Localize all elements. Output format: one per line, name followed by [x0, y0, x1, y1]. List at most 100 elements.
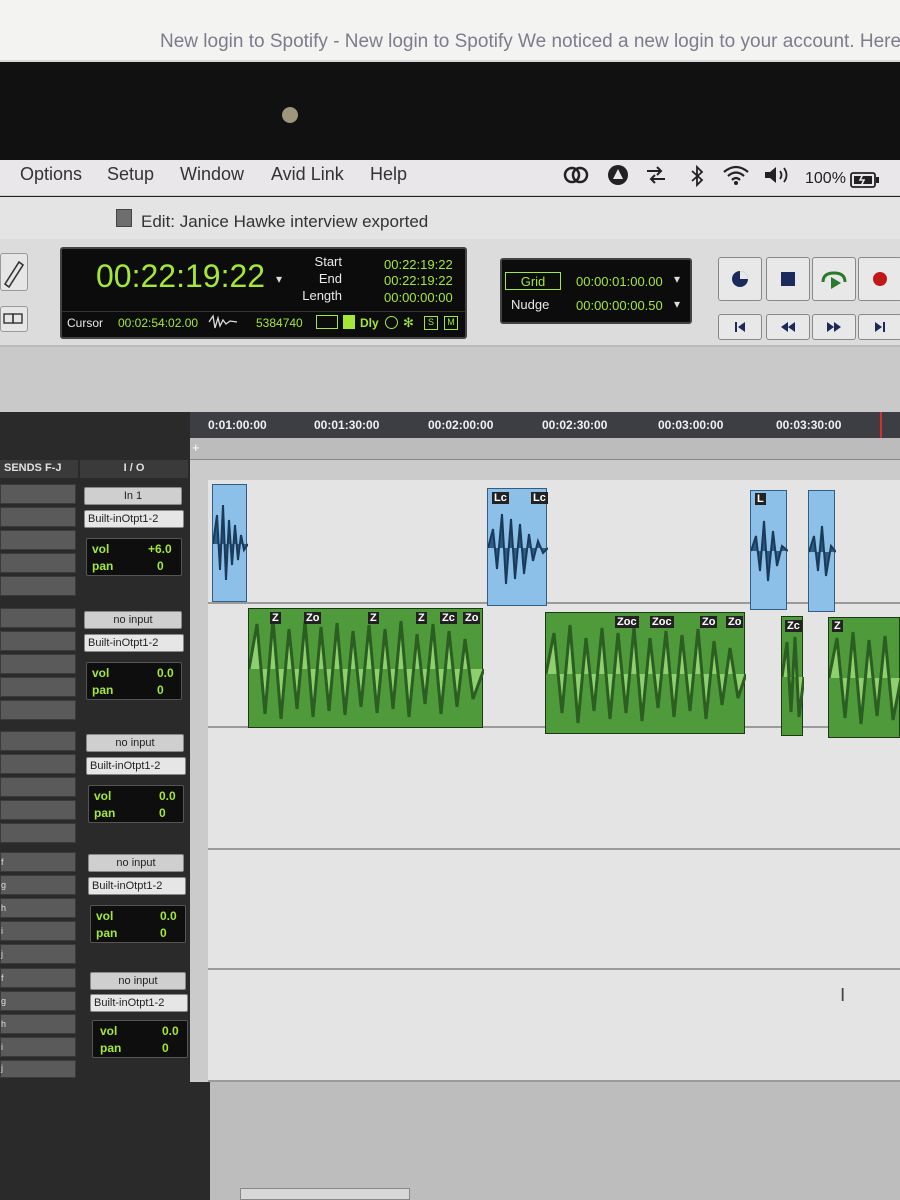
input-selector[interactable]: no input — [88, 854, 184, 872]
track-lane[interactable] — [208, 728, 900, 850]
pan-value[interactable]: 0 — [157, 683, 164, 697]
audio-clip[interactable] — [212, 484, 249, 602]
audio-clip[interactable] — [808, 490, 837, 612]
vol-value[interactable]: 0.0 — [160, 909, 177, 923]
input-selector[interactable]: no input — [90, 972, 186, 990]
nudge-dropdown-icon[interactable]: ▾ — [674, 297, 680, 311]
audio-clip[interactable] — [750, 490, 789, 610]
end-value[interactable]: 00:22:19:22 — [384, 273, 453, 288]
input-selector[interactable]: no input — [86, 734, 184, 752]
send-slot[interactable] — [0, 898, 76, 918]
send-slot[interactable] — [0, 700, 76, 720]
volume-icon[interactable] — [763, 165, 793, 190]
sync-icon[interactable] — [644, 165, 668, 190]
vol-value[interactable]: 0.0 — [159, 789, 176, 803]
output-selector[interactable]: Built-inOtpt1-2 — [90, 994, 188, 1012]
online-icon[interactable] — [385, 316, 398, 329]
send-slot[interactable] — [0, 484, 76, 504]
audio-clip[interactable] — [487, 488, 549, 606]
send-slot[interactable] — [0, 875, 76, 895]
track-lane[interactable] — [208, 480, 900, 604]
link-timeline-icon[interactable] — [316, 315, 338, 329]
return-to-zero-button[interactable] — [718, 314, 762, 340]
output-selector[interactable]: Built-inOtpt1-2 — [84, 634, 184, 652]
rewind-button[interactable] — [766, 314, 810, 340]
mute-button[interactable]: M — [444, 316, 458, 330]
vol-value[interactable]: 0.0 — [157, 666, 174, 680]
wifi-icon[interactable] — [722, 164, 750, 191]
avid-link-icon[interactable] — [606, 163, 630, 192]
snowflake-icon[interactable]: ✻ — [403, 315, 414, 331]
waveform-icon — [208, 314, 238, 335]
bluetooth-icon[interactable] — [690, 164, 704, 192]
send-slot[interactable] — [0, 631, 76, 651]
send-slot[interactable] — [0, 507, 76, 527]
send-slot[interactable] — [0, 1014, 76, 1034]
battery-icon[interactable] — [850, 171, 880, 194]
send-slot[interactable] — [0, 608, 76, 628]
send-slot[interactable] — [0, 968, 76, 988]
send-slot[interactable] — [0, 1060, 76, 1078]
main-counter-time[interactable]: 00:22:19:22 — [96, 258, 265, 295]
audio-clip[interactable] — [780, 616, 806, 736]
output-selector[interactable]: Built-inOtpt1-2 — [88, 877, 186, 895]
zoom-preset-button[interactable] — [0, 306, 28, 332]
send-slot[interactable] — [0, 1037, 76, 1057]
grid-dropdown-icon[interactable]: ▾ — [674, 272, 680, 286]
grid-label[interactable]: Grid — [505, 272, 561, 290]
send-slot[interactable] — [0, 991, 76, 1011]
input-selector[interactable]: no input — [84, 611, 182, 629]
send-slot[interactable] — [0, 731, 76, 751]
add-marker-icon[interactable]: + — [192, 440, 200, 455]
send-slot[interactable] — [0, 654, 76, 674]
pan-value[interactable]: 0 — [160, 926, 167, 940]
record-button[interactable] — [858, 257, 900, 301]
output-selector[interactable]: Built-inOtpt1-2 — [84, 510, 184, 528]
input-selector[interactable]: In 1 — [84, 487, 182, 505]
track-lane[interactable] — [208, 850, 900, 970]
go-to-end-button[interactable] — [858, 314, 900, 340]
send-slot[interactable] — [0, 852, 76, 872]
start-value[interactable]: 00:22:19:22 — [384, 257, 453, 272]
solo-button[interactable]: S — [424, 316, 438, 330]
menu-options[interactable]: Options — [20, 164, 82, 185]
send-slot[interactable] — [0, 944, 76, 964]
menu-window[interactable]: Window — [180, 164, 244, 185]
send-slot[interactable] — [0, 777, 76, 797]
delay-comp-label[interactable]: Dly — [360, 316, 379, 330]
send-slot[interactable] — [0, 823, 76, 843]
send-slot[interactable] — [0, 530, 76, 550]
stop-button[interactable] — [766, 257, 810, 301]
send-slot[interactable] — [0, 576, 76, 596]
output-selector[interactable]: Built-inOtpt1-2 — [86, 757, 186, 775]
fast-forward-button[interactable] — [812, 314, 856, 340]
menu-help[interactable]: Help — [370, 164, 407, 185]
pan-value[interactable]: 0 — [159, 806, 166, 820]
send-slot[interactable] — [0, 677, 76, 697]
length-value[interactable]: 00:00:00:00 — [384, 290, 453, 305]
horizontal-scrollbar[interactable] — [240, 1188, 410, 1200]
pan-value[interactable]: 0 — [157, 559, 164, 573]
send-slot[interactable] — [0, 921, 76, 941]
counter-dropdown-icon[interactable]: ▾ — [276, 272, 282, 286]
nudge-value[interactable]: 00:00:00:00.50 — [576, 298, 663, 313]
vol-value[interactable]: 0.0 — [162, 1024, 179, 1038]
menu-avid-link[interactable]: Avid Link — [271, 164, 344, 185]
menu-setup[interactable]: Setup — [107, 164, 154, 185]
pencil-tool-button[interactable] — [0, 253, 28, 291]
vol-value[interactable]: +6.0 — [148, 542, 172, 556]
online-button[interactable] — [718, 257, 762, 301]
audio-clip[interactable] — [827, 617, 900, 738]
send-slot[interactable] — [0, 800, 76, 820]
creative-cloud-icon[interactable] — [562, 164, 590, 191]
audio-clip[interactable] — [544, 612, 748, 734]
track-lane[interactable] — [208, 970, 900, 1082]
send-slot[interactable] — [0, 553, 76, 573]
audio-clip[interactable] — [247, 608, 486, 728]
memory-card-icon[interactable] — [343, 315, 355, 329]
play-button[interactable] — [812, 257, 856, 301]
send-slot[interactable] — [0, 754, 76, 774]
grid-value[interactable]: 00:00:01:00.00 — [576, 274, 663, 289]
marker-ruler[interactable] — [190, 438, 900, 460]
pan-value[interactable]: 0 — [162, 1041, 169, 1055]
